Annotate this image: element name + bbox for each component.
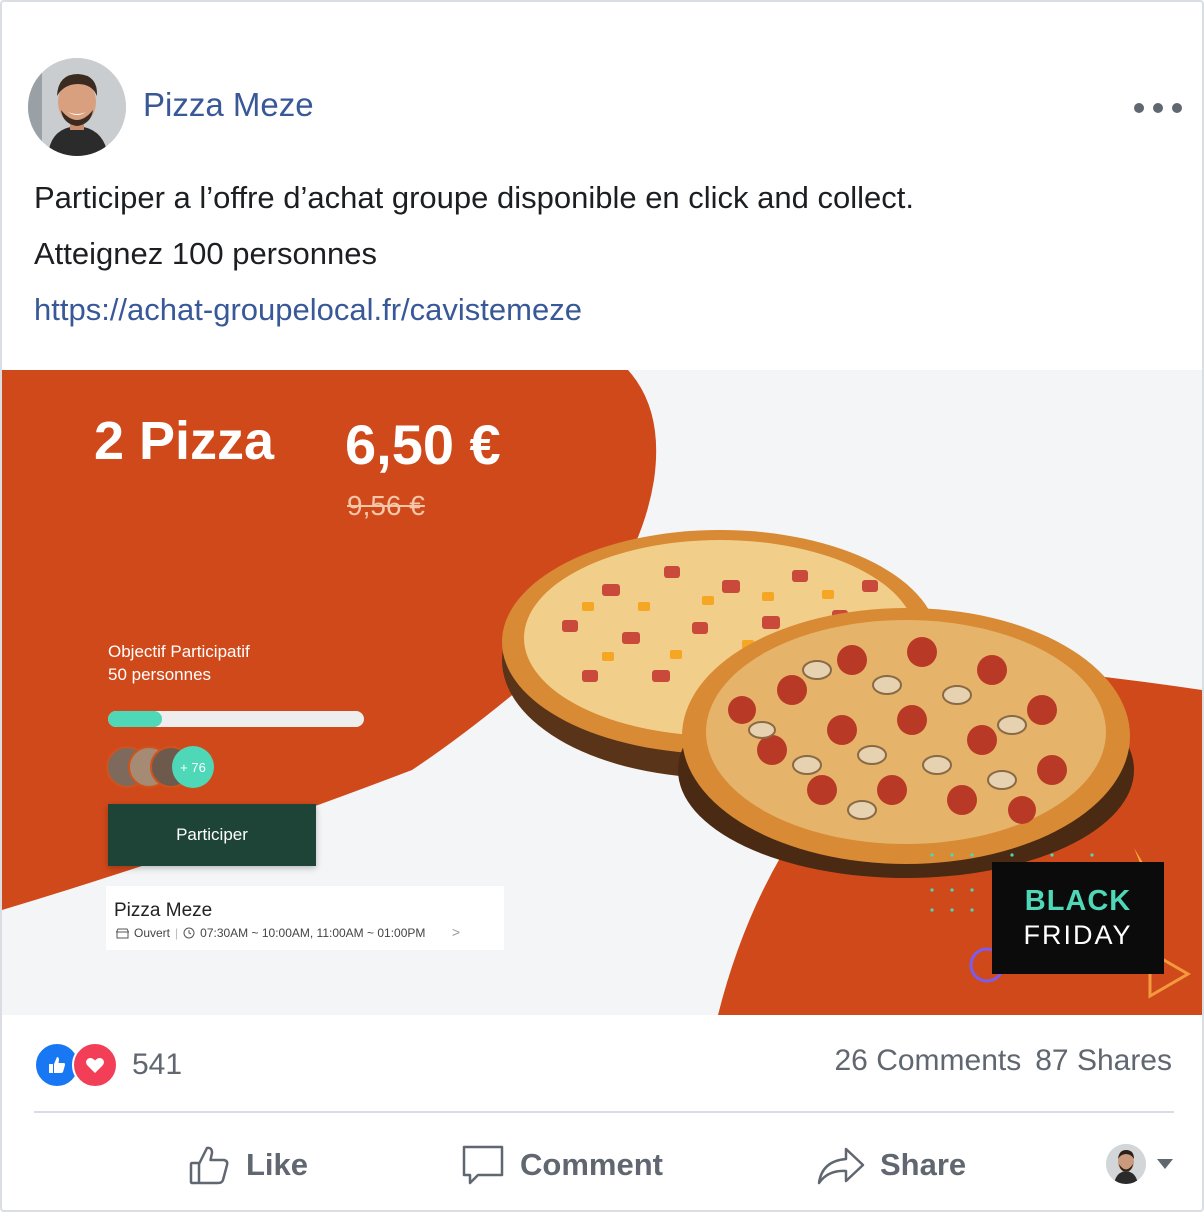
page-avatar[interactable] [28, 58, 126, 156]
post-link[interactable]: https://achat-groupelocal.fr/cavistemeze [34, 292, 582, 327]
price-new: 6,50 € [345, 413, 501, 476]
goal-text: Objectif Participatif 50 personnes [108, 640, 250, 686]
like-button[interactable]: Like [188, 1138, 308, 1192]
store-info-card[interactable]: Pizza Meze Ouvert | 07:30AM ~ 10:00AM, 1… [106, 886, 504, 950]
reaction-count: 541 [132, 1048, 183, 1081]
promo-banner[interactable]: 2 Pizza 6,50 € 9,56 € Objectif Participa… [2, 370, 1202, 1015]
goal-line-1: Objectif Participatif [108, 642, 250, 661]
like-label: Like [246, 1147, 309, 1182]
love-icon [72, 1042, 118, 1088]
badge-line-2: FRIDAY [1023, 920, 1133, 950]
more-options-icon[interactable] [1134, 94, 1182, 122]
comment-label: Comment [520, 1147, 663, 1182]
banner-title: 2 Pizza [94, 411, 275, 471]
post-text-line-2: Atteignez 100 personnes [34, 236, 377, 271]
share-button[interactable]: Share [816, 1138, 966, 1192]
progress-bar [108, 711, 364, 727]
store-hours: 07:30AM ~ 10:00AM, 11:00AM ~ 01:00PM [200, 926, 426, 940]
shares-count[interactable]: 87 Shares [1035, 1044, 1172, 1078]
store-status: Ouvert [134, 926, 171, 940]
store-icon [116, 928, 129, 938]
progress-fill [108, 711, 162, 727]
goal-line-2: 50 personnes [108, 665, 212, 684]
post-card: Pizza Meze Participer a l’offre d’achat … [0, 0, 1204, 1212]
black-friday-badge: BLACK FRIDAY [992, 862, 1164, 974]
user-avatar [1106, 1144, 1146, 1184]
badge-line-1: BLACK [1024, 885, 1132, 917]
chevron-down-icon [1157, 1159, 1173, 1169]
store-name: Pizza Meze [114, 900, 213, 921]
clock-icon [183, 927, 195, 939]
share-icon [817, 1147, 865, 1185]
pizza-pepperoni [678, 608, 1134, 878]
participer-button[interactable]: Participer [108, 804, 316, 866]
thumbs-up-icon [189, 1146, 229, 1185]
post-as-selector[interactable] [1106, 1144, 1174, 1184]
page-name[interactable]: Pizza Meze [143, 86, 314, 124]
reactions-summary[interactable]: 541 [34, 1042, 182, 1088]
store-meta: Ouvert | 07:30AM ~ 10:00AM, 11:00AM ~ 01… [116, 926, 425, 940]
post-text-line-1: Participer a l’offre d’achat groupe disp… [34, 180, 914, 215]
participant-extra-count: + 76 [172, 746, 214, 788]
comment-icon [462, 1145, 504, 1185]
comment-button[interactable]: Comment [460, 1138, 663, 1192]
share-label: Share [880, 1147, 967, 1182]
price-old: 9,56 € [347, 490, 425, 521]
comments-count[interactable]: 26 Comments [834, 1044, 1021, 1078]
store-arrow-icon: > [451, 924, 460, 940]
engagement-counts: 26 Comments 87 Shares [834, 1044, 1172, 1078]
actions-divider [34, 1111, 1174, 1113]
